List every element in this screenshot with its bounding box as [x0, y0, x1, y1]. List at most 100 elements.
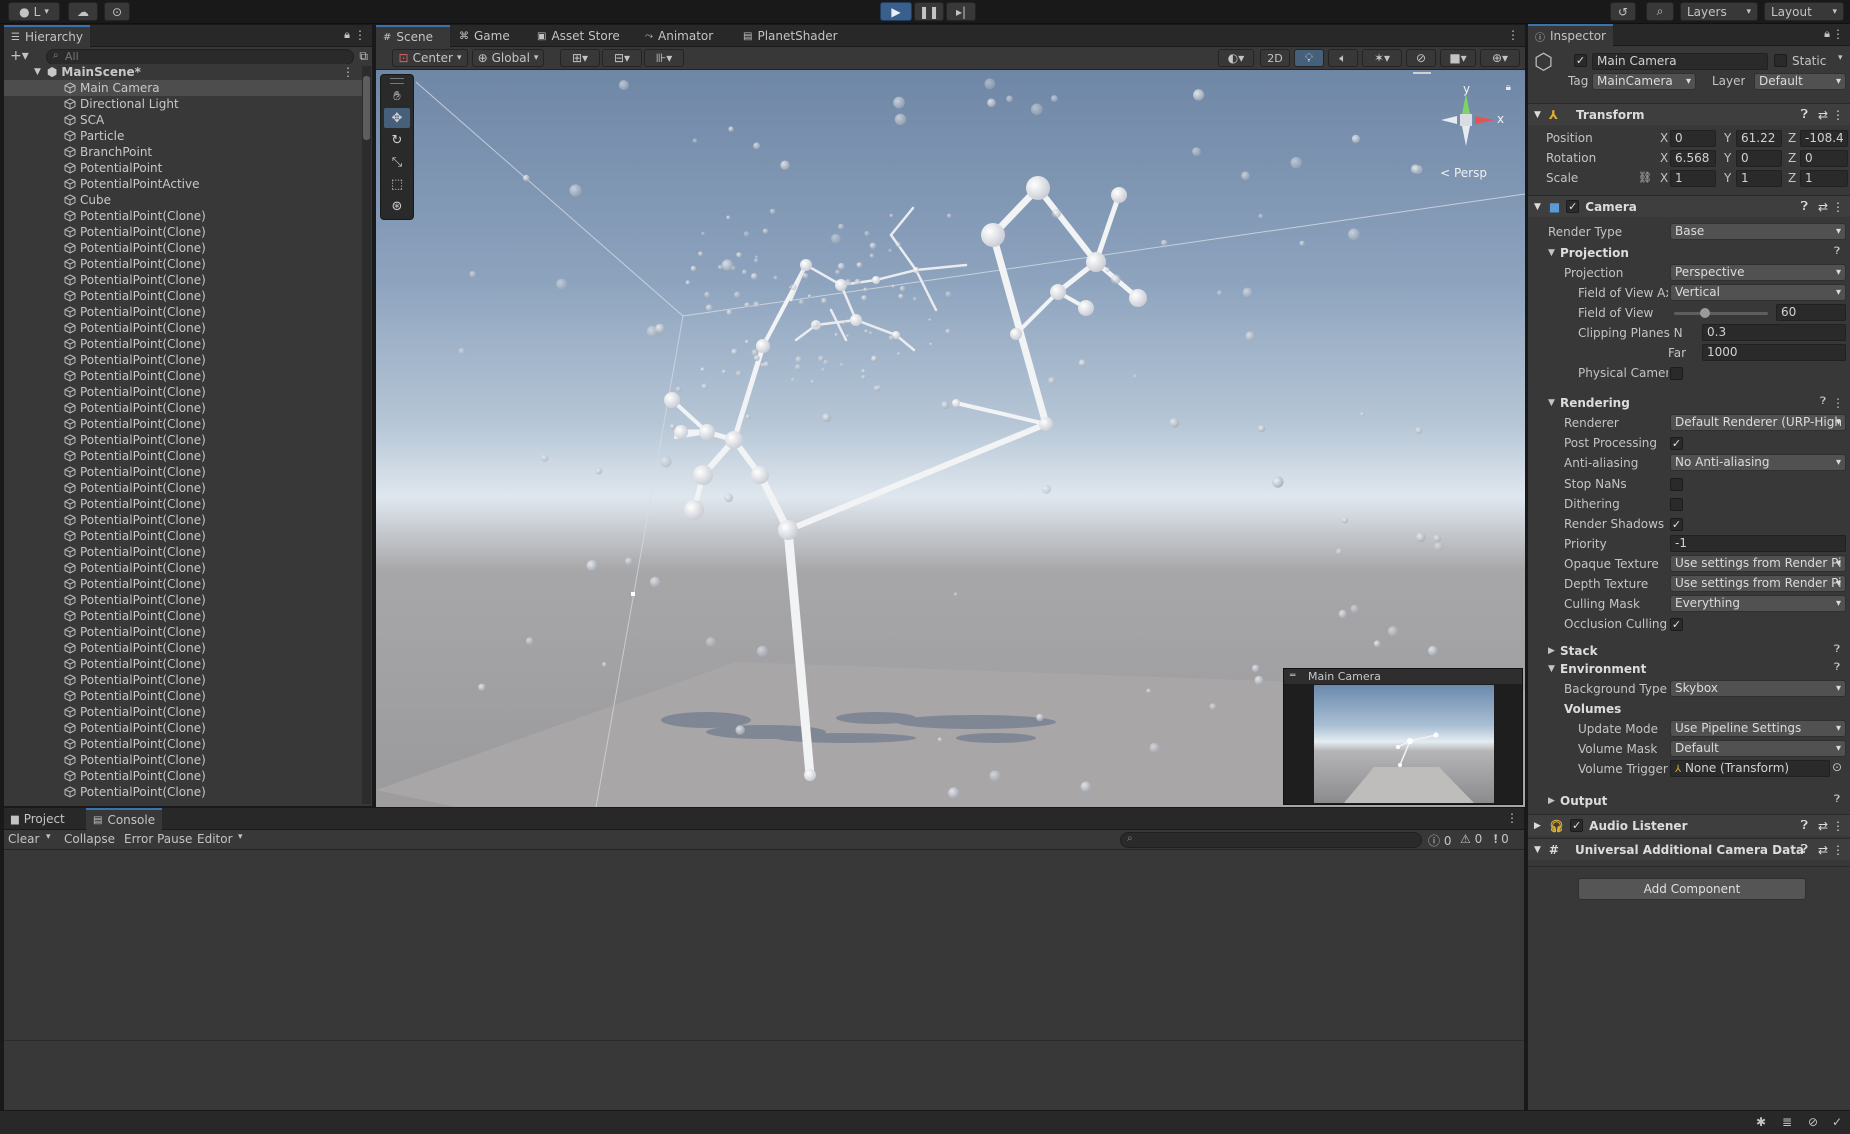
volume-trigger-field[interactable]: ⅄ None (Transform) [1670, 760, 1830, 777]
orientation-gizmo[interactable]: y x [1437, 82, 1507, 164]
help-icon[interactable]: ❓︎ [1801, 842, 1808, 857]
more-options-icon[interactable]: ⋮ [1832, 108, 1844, 122]
hierarchy-item[interactable]: PotentialPoint(Clone) [4, 640, 366, 656]
more-options-icon[interactable]: ⋮ [1832, 396, 1844, 410]
hierarchy-item[interactable]: PotentialPoint(Clone) [4, 688, 366, 704]
hierarchy-item[interactable]: PotentialPoint(Clone) [4, 272, 366, 288]
hierarchy-item[interactable]: PotentialPoint(Clone) [4, 368, 366, 384]
volume-mask-dropdown[interactable]: Default [1670, 740, 1846, 757]
more-options-icon[interactable]: ⋮ [1506, 811, 1518, 825]
layer-dropdown[interactable]: Default [1754, 73, 1846, 90]
priority-field[interactable]: -1 [1670, 535, 1846, 552]
scrollbar-thumb[interactable] [363, 76, 370, 140]
hierarchy-item[interactable]: PotentialPoint(Clone) [4, 624, 366, 640]
scale-z-field[interactable]: 1 [1800, 170, 1848, 187]
hierarchy-item[interactable]: PotentialPoint(Clone) [4, 656, 366, 672]
more-options-icon[interactable]: ⋮ [1832, 200, 1844, 214]
warning-count-toggle[interactable]: ⚠ 0 [1460, 832, 1482, 846]
fov-axis-dropdown[interactable]: Vertical [1670, 284, 1846, 301]
more-options-icon[interactable]: ⋮ [1832, 27, 1844, 41]
move-tool-button[interactable]: ✥ [384, 108, 410, 128]
fov-field[interactable]: 60 [1776, 304, 1846, 321]
clip-near-field[interactable]: 0.3 [1702, 324, 1846, 341]
link-icon[interactable]: ⛓︎ [1638, 171, 1652, 184]
hierarchy-item[interactable]: PotentialPoint(Clone) [4, 560, 366, 576]
scene-root-row[interactable]: ▼ ⬢ MainScene* ⋮ [4, 64, 366, 80]
chevron-down-icon[interactable]: ▾ [46, 832, 51, 842]
audio-listener-header[interactable]: ▶ 🎧︎ ✓ Audio Listener ❓︎ ⇄ ⋮ [1528, 814, 1850, 836]
static-checkbox[interactable] [1774, 54, 1787, 67]
hierarchy-item[interactable]: PotentialPoint(Clone) [4, 208, 366, 224]
stack-section-title[interactable]: Stack [1560, 644, 1598, 658]
lock-icon[interactable]: 🔒︎ [1824, 27, 1830, 41]
render-type-dropdown[interactable]: Base [1670, 223, 1846, 240]
clip-far-field[interactable]: 1000 [1702, 344, 1846, 361]
rendering-section-title[interactable]: Rendering [1560, 396, 1630, 410]
hierarchy-item[interactable]: PotentialPoint(Clone) [4, 432, 366, 448]
2d-toggle-button[interactable]: 2D [1260, 49, 1290, 67]
help-icon[interactable]: ❓︎ [1801, 107, 1808, 122]
tab-inspector[interactable]: ⓘ Inspector [1528, 24, 1613, 46]
expand-arrow-icon[interactable]: ▼ [1548, 664, 1555, 674]
depth-texture-dropdown[interactable]: Use settings from Render Pi [1670, 575, 1846, 592]
hierarchy-item[interactable]: PotentialPoint(Clone) [4, 576, 366, 592]
tab-animator[interactable]: ⤳ Animator [638, 25, 720, 47]
add-component-button[interactable]: Add Component [1578, 878, 1806, 900]
occlusion-culling-checkbox[interactable]: ✓ [1670, 618, 1683, 631]
lock-icon[interactable]: 🔒︎ [1506, 82, 1511, 93]
scale-tool-button[interactable]: ⤡ [384, 152, 410, 172]
tab-console[interactable]: ▤ Console [86, 808, 163, 830]
expand-arrow-icon[interactable]: ▼ [1548, 248, 1555, 258]
post-processing-checkbox[interactable]: ✓ [1670, 437, 1683, 450]
projection-section-title[interactable]: Projection [1560, 246, 1629, 260]
clear-button[interactable]: Clear [8, 832, 39, 846]
info-count-toggle[interactable]: ⓘ 0 [1428, 832, 1451, 849]
object-picker-icon[interactable]: ⊙ [1832, 760, 1842, 774]
position-z-field[interactable]: -108.4 [1800, 130, 1848, 147]
hierarchy-item[interactable]: PotentialPoint(Clone) [4, 752, 366, 768]
culling-mask-dropdown[interactable]: Everything [1670, 595, 1846, 612]
rect-tool-button[interactable]: ⬚ [384, 174, 410, 194]
hierarchy-item[interactable]: PotentialPoint(Clone) [4, 480, 366, 496]
scene-view-viewport[interactable]: y x 🔒︎ < Persp ═ Main Camera [376, 70, 1525, 807]
rotation-y-field[interactable]: 0 [1736, 150, 1782, 167]
preset-icon[interactable]: ⇄ [1818, 108, 1828, 122]
scale-y-field[interactable]: 1 [1736, 170, 1782, 187]
console-search[interactable]: ⌕ [1120, 832, 1422, 848]
hierarchy-item[interactable]: PotentialPoint(Clone) [4, 528, 366, 544]
check-circle-icon[interactable]: ✓ [1832, 1115, 1842, 1129]
transform-header[interactable]: ▼ ⅄ Transform ❓︎ ⇄ ⋮ [1528, 103, 1850, 125]
background-type-dropdown[interactable]: Skybox [1670, 680, 1846, 697]
camera-preview[interactable]: ═ Main Camera [1283, 668, 1523, 805]
help-icon[interactable]: ❓︎ [1801, 199, 1808, 214]
camera-enabled-checkbox[interactable]: ✓ [1566, 200, 1580, 213]
step-button[interactable]: ▸| [946, 2, 976, 21]
auto-generate-lighting-icon[interactable]: ⊘ [1808, 1115, 1818, 1129]
space-dropdown[interactable]: ⊕ Global ▾ [472, 49, 544, 67]
effects-toggle-button[interactable]: ✶▾ [1362, 49, 1402, 67]
position-y-field[interactable]: 61.22 [1736, 130, 1782, 147]
hierarchy-item[interactable]: SCA [4, 112, 366, 128]
hierarchy-item[interactable]: PotentialPoint [4, 160, 366, 176]
rotation-z-field[interactable]: 0 [1800, 150, 1848, 167]
history-button[interactable]: ↺ [1610, 2, 1636, 21]
hierarchy-item[interactable]: PotentialPoint(Clone) [4, 384, 366, 400]
editor-dropdown[interactable]: Editor [197, 832, 233, 846]
preset-icon[interactable]: ⇄ [1818, 843, 1828, 857]
hierarchy-item[interactable]: PotentialPoint(Clone) [4, 240, 366, 256]
overlay-handle[interactable] [1413, 72, 1431, 74]
bug-icon[interactable]: ✱ [1756, 1115, 1766, 1129]
hierarchy-item[interactable]: PotentialPoint(Clone) [4, 720, 366, 736]
update-mode-dropdown[interactable]: Use Pipeline Settings [1670, 720, 1846, 737]
opaque-texture-dropdown[interactable]: Use settings from Render Pi [1670, 555, 1846, 572]
hierarchy-item[interactable]: PotentialPointActive [4, 176, 366, 192]
tab-project[interactable]: ▆ Project [4, 808, 72, 830]
more-options-icon[interactable]: ⋮ [1832, 819, 1844, 833]
audio-toggle-button[interactable]: 🔈︎ [1328, 49, 1358, 67]
hierarchy-item[interactable]: PotentialPoint(Clone) [4, 608, 366, 624]
object-name-field[interactable]: Main Camera [1592, 53, 1768, 70]
hierarchy-item[interactable]: PotentialPoint(Clone) [4, 784, 366, 800]
hierarchy-item[interactable]: PotentialPoint(Clone) [4, 336, 366, 352]
hierarchy-item[interactable]: PotentialPoint(Clone) [4, 464, 366, 480]
tab-scene[interactable]: # Scene [376, 25, 450, 47]
